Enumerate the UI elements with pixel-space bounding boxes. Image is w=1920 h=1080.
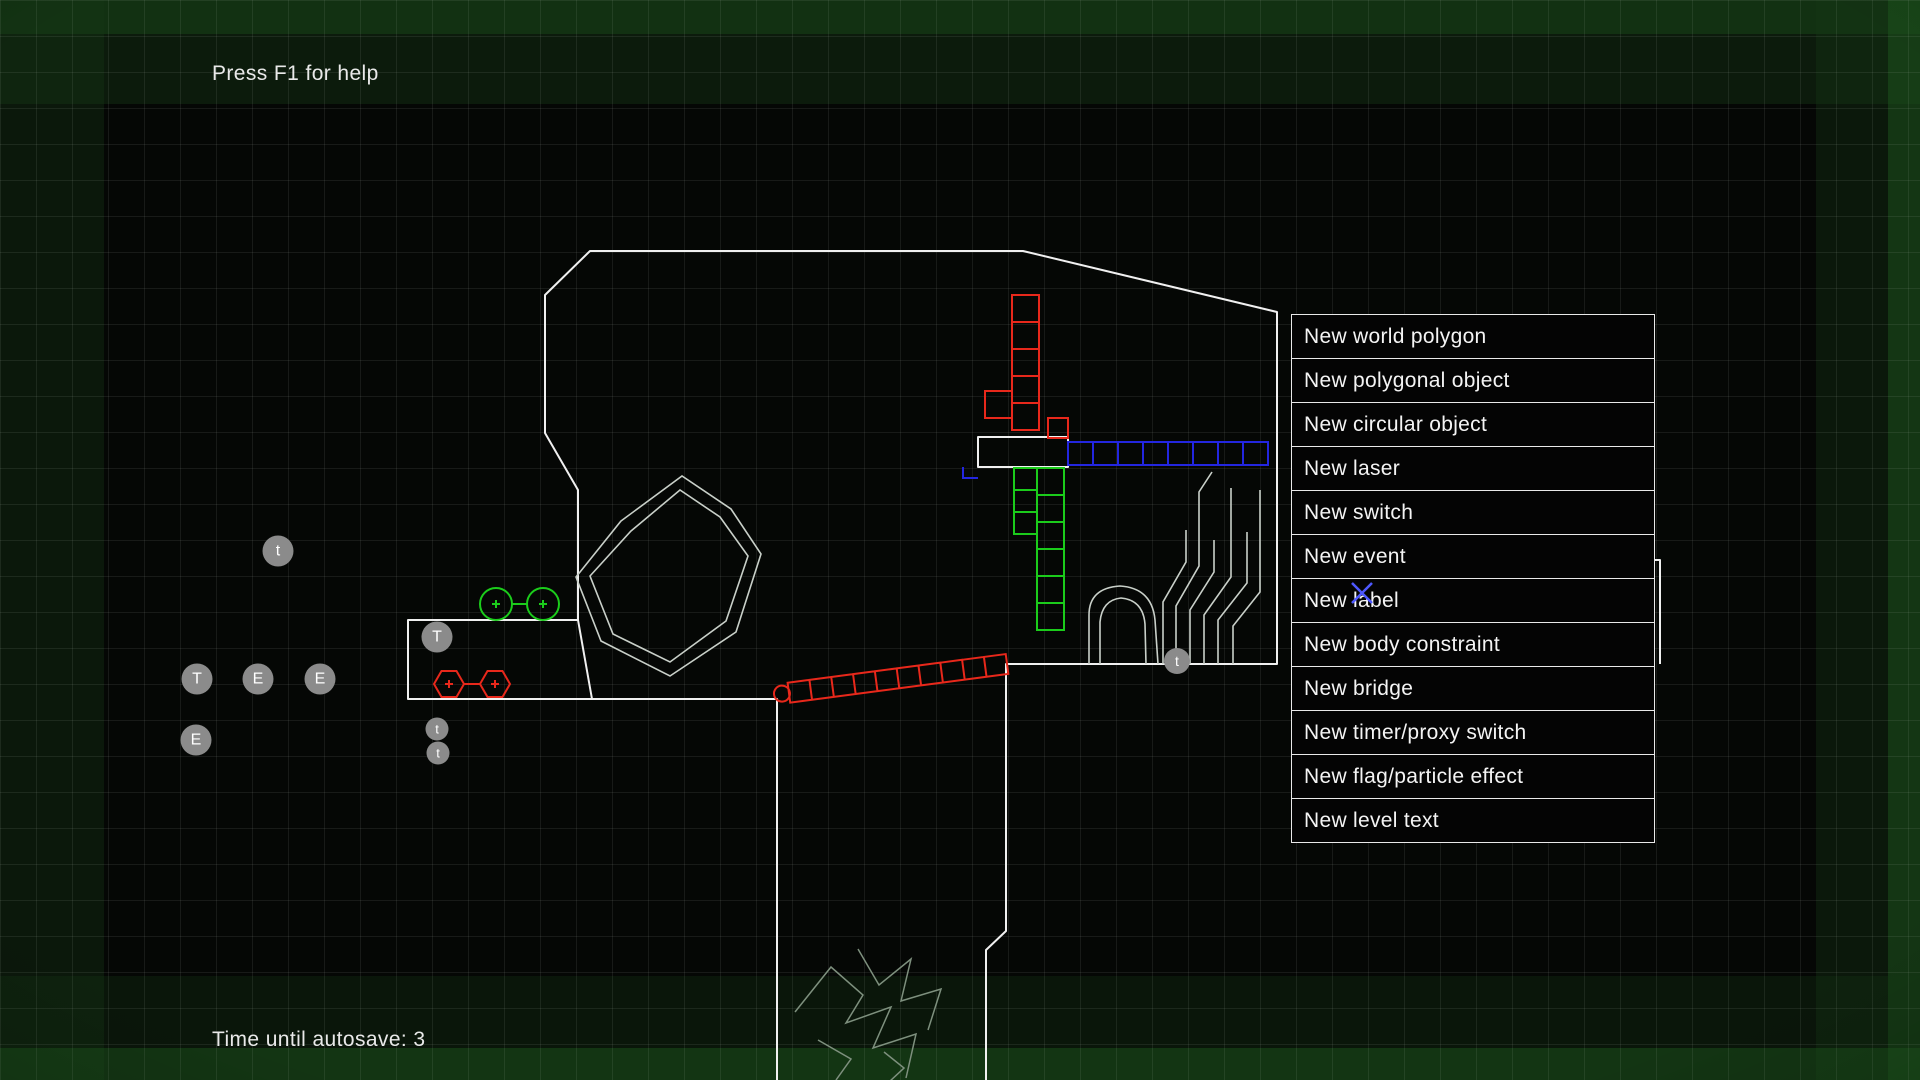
- menu-item-new-polygonal-object[interactable]: New polygonal object: [1291, 358, 1655, 403]
- green-box-stack: [1014, 468, 1064, 630]
- marker-letter: E: [315, 670, 326, 688]
- red-box-stack: [985, 295, 1068, 438]
- root-lines: [1163, 530, 1186, 664]
- menu-item-new-flag-particle-effect[interactable]: New flag/particle effect: [1291, 754, 1655, 799]
- event-marker[interactable]: E: [305, 664, 336, 695]
- menu-item-new-event[interactable]: New event: [1291, 534, 1655, 579]
- event-marker[interactable]: t: [427, 742, 450, 765]
- green-objects[interactable]: [480, 468, 1064, 630]
- marker-letter: t: [435, 722, 439, 737]
- menu-item-new-world-polygon[interactable]: New world polygon: [1291, 314, 1655, 359]
- marker-letter: T: [192, 670, 202, 688]
- marker-letter: t: [1175, 653, 1179, 669]
- event-marker[interactable]: t: [263, 536, 294, 567]
- green-circle-pair: [480, 588, 559, 620]
- event-marker[interactable]: t: [1164, 648, 1190, 674]
- debris-wireframe[interactable]: [795, 949, 941, 1080]
- autosave-countdown-text: Time until autosave: 3: [212, 1028, 425, 1052]
- event-marker[interactable]: t: [426, 718, 449, 741]
- red-objects[interactable]: [434, 295, 1068, 705]
- help-hint-text: Press F1 for help: [212, 62, 379, 86]
- level-editor: t T T E E E t t t New world polygon New …: [0, 0, 1920, 1080]
- event-marker[interactable]: E: [181, 725, 212, 756]
- menu-item-new-laser[interactable]: New laser: [1291, 446, 1655, 491]
- event-marker[interactable]: T: [422, 622, 453, 653]
- red-bridge: [773, 654, 1009, 705]
- menu-item-new-switch[interactable]: New switch: [1291, 490, 1655, 535]
- menu-item-new-level-text[interactable]: New level text: [1291, 798, 1655, 843]
- menu-item-new-bridge[interactable]: New bridge: [1291, 666, 1655, 711]
- blue-objects[interactable]: [963, 442, 1268, 478]
- blue-chain: [1068, 442, 1268, 465]
- menu-item-new-label[interactable]: New label: [1291, 578, 1655, 623]
- marker-letter: E: [191, 731, 202, 749]
- menu-item-new-timer-proxy-switch[interactable]: New timer/proxy switch: [1291, 710, 1655, 755]
- menu-item-new-body-constraint[interactable]: New body constraint: [1291, 622, 1655, 667]
- marker-letter: t: [276, 542, 280, 560]
- marker-letter: E: [253, 670, 264, 688]
- blue-tick: [963, 467, 978, 478]
- menu-item-new-circular-object[interactable]: New circular object: [1291, 402, 1655, 447]
- event-marker[interactable]: T: [182, 664, 213, 695]
- inner-structure[interactable]: [576, 472, 1260, 676]
- context-menu: New world polygon New polygonal object N…: [1291, 314, 1655, 843]
- marker-letter: t: [436, 746, 440, 761]
- event-marker[interactable]: E: [243, 664, 274, 695]
- marker-letter: T: [432, 628, 442, 646]
